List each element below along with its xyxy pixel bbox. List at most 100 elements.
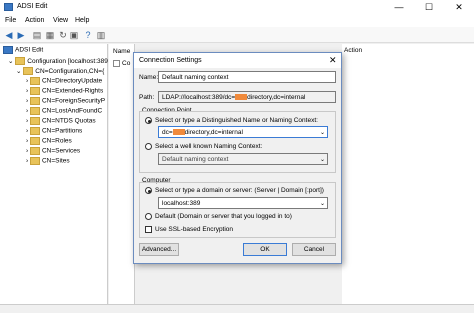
tree-item[interactable]: › CN=DirectoryUpdate (26, 77, 102, 87)
tree-item-label: CN=LostAndFoundC (41, 107, 103, 115)
tree-item-label: CN=ForeignSecurityP (41, 97, 106, 105)
cancel-button[interactable]: Cancel (292, 243, 336, 256)
tree-item-label: CN=Configuration,CN={ (35, 68, 105, 75)
document-icon (113, 60, 120, 67)
tree-item[interactable]: › CN=Services (26, 147, 80, 157)
tree-item[interactable]: › CN=Roles (26, 137, 72, 147)
ssl-label[interactable]: Use SSL-based Encryption (155, 226, 233, 233)
collapse-arrow-icon[interactable]: › (26, 98, 28, 105)
menu-action[interactable]: Action (25, 17, 44, 24)
adsi-edit-icon (4, 3, 13, 11)
tree-root[interactable]: ADSI Edit (3, 46, 43, 56)
collapse-arrow-icon[interactable]: › (26, 158, 28, 165)
well-known-combobox[interactable]: Default naming context (158, 153, 328, 165)
tree-item-label: CN=Services (41, 147, 81, 155)
redaction-mark (172, 129, 185, 136)
column-header-name[interactable]: Name (113, 48, 130, 55)
actions-header: Action (344, 47, 363, 54)
folder-icon (29, 107, 40, 115)
tree-item[interactable]: › CN=NTDS Quotas (26, 117, 96, 127)
back-icon[interactable]: ◀ (4, 30, 14, 40)
name-field[interactable]: Default naming context (158, 71, 336, 83)
folder-icon (29, 127, 40, 135)
collapse-arrow-icon[interactable]: › (26, 118, 28, 125)
show-hide-action-pane-icon[interactable]: ▥ (96, 30, 106, 40)
tree-item-label: CN=Roles (41, 137, 72, 145)
tree-item-label: CN=Sites (41, 157, 70, 165)
menu-view[interactable]: View (53, 17, 68, 24)
advanced-button[interactable]: Advanced... (139, 243, 179, 256)
tree-item-label: CN=DirectoryUpdate (41, 77, 103, 85)
collapse-arrow-icon[interactable]: › (26, 148, 28, 155)
tree-item[interactable]: › CN=Sites (26, 157, 70, 167)
radio-server[interactable] (145, 187, 152, 194)
radio-default-label[interactable]: Default (Domain or server that you logge… (155, 213, 292, 220)
folder-icon (23, 67, 34, 76)
server-combobox[interactable]: localhost:389 (158, 197, 328, 209)
folder-icon (29, 157, 40, 165)
folder-icon (29, 137, 40, 145)
tree-item-configuration[interactable]: ⌄ Configuration [localhost:389 (8, 57, 108, 67)
expand-arrow-icon[interactable]: ⌄ (8, 58, 13, 65)
export-list-icon[interactable]: ▣ (69, 30, 79, 40)
folder-icon (29, 117, 40, 125)
tree-item[interactable]: › CN=LostAndFoundC (26, 107, 102, 117)
ok-button[interactable]: OK (243, 243, 287, 256)
tree-item-cn-configuration[interactable]: ⌄ CN=Configuration,CN={ (16, 67, 104, 77)
adsi-root-icon (3, 46, 13, 54)
tree-item[interactable]: › CN=Partitions (26, 127, 82, 137)
close-button[interactable]: ✕ (448, 0, 470, 14)
well-known-value: Default naming context (162, 156, 229, 163)
collapse-arrow-icon[interactable]: › (26, 138, 28, 145)
folder-icon (29, 147, 40, 155)
radio-server-label[interactable]: Select or type a domain or server: (Serv… (155, 187, 324, 194)
tree-item[interactable]: › CN=Extended-Rights (26, 87, 103, 97)
minimize-button[interactable]: — (388, 0, 410, 14)
expand-arrow-icon[interactable]: ⌄ (16, 68, 21, 75)
collapse-arrow-icon[interactable]: › (26, 78, 28, 85)
tree-item-label: Configuration [localhost:389 (27, 58, 108, 65)
tree-item-label: CN=Partitions (41, 127, 83, 135)
dn-suffix: directory,dc=internal (184, 129, 243, 136)
tree-item[interactable]: › CN=ForeignSecurityP (26, 97, 105, 107)
help-icon[interactable]: ? (83, 30, 93, 40)
dialog-title: Connection Settings (139, 57, 202, 64)
menu-file[interactable]: File (5, 17, 16, 24)
console-tree-icon[interactable]: ▤ (32, 30, 42, 40)
dialog-close-button[interactable]: ✕ (329, 55, 337, 66)
radio-well-known-label[interactable]: Select a well known Naming Context: (155, 143, 262, 150)
list-item[interactable]: Co (122, 60, 130, 67)
folder-icon (29, 77, 40, 85)
folder-icon (15, 57, 26, 66)
chevron-down-icon[interactable]: ⌄ (320, 129, 325, 136)
radio-dn[interactable] (145, 117, 152, 124)
tree-item-label: CN=NTDS Quotas (41, 117, 96, 125)
menu-help[interactable]: Help (75, 17, 89, 24)
path-label: Path: (139, 94, 155, 101)
path-prefix: LDAP://localhost:389/dc= (162, 94, 236, 101)
forward-icon[interactable]: ▶ (16, 30, 26, 40)
properties-icon[interactable]: ▦ (45, 30, 55, 40)
collapse-arrow-icon[interactable]: › (26, 128, 28, 135)
name-label: Name: (139, 74, 159, 81)
ssl-checkbox[interactable] (145, 226, 152, 233)
tree-item-label: CN=Extended-Rights (41, 87, 104, 95)
refresh-icon[interactable]: ↻ (58, 30, 68, 40)
details-pane (109, 44, 135, 304)
window-title: ADSI Edit (17, 3, 48, 10)
chevron-down-icon[interactable]: ⌄ (320, 200, 325, 207)
actions-pane (342, 44, 474, 304)
path-suffix: directory,dc=internal (247, 94, 306, 101)
redaction-mark (235, 94, 248, 101)
tree-root-label: ADSI Edit (15, 46, 44, 54)
chevron-down-icon[interactable]: ⌄ (320, 156, 325, 163)
maximize-button[interactable]: ☐ (418, 0, 440, 14)
collapse-arrow-icon[interactable]: › (26, 108, 28, 115)
dn-combobox[interactable]: dc= directory,dc=internal (158, 126, 328, 138)
radio-well-known[interactable] (145, 143, 152, 150)
status-bar (0, 304, 474, 313)
radio-default[interactable] (145, 213, 152, 220)
dn-prefix: dc= (162, 129, 173, 136)
radio-dn-label[interactable]: Select or type a Distinguished Name or N… (155, 117, 318, 124)
collapse-arrow-icon[interactable]: › (26, 88, 28, 95)
